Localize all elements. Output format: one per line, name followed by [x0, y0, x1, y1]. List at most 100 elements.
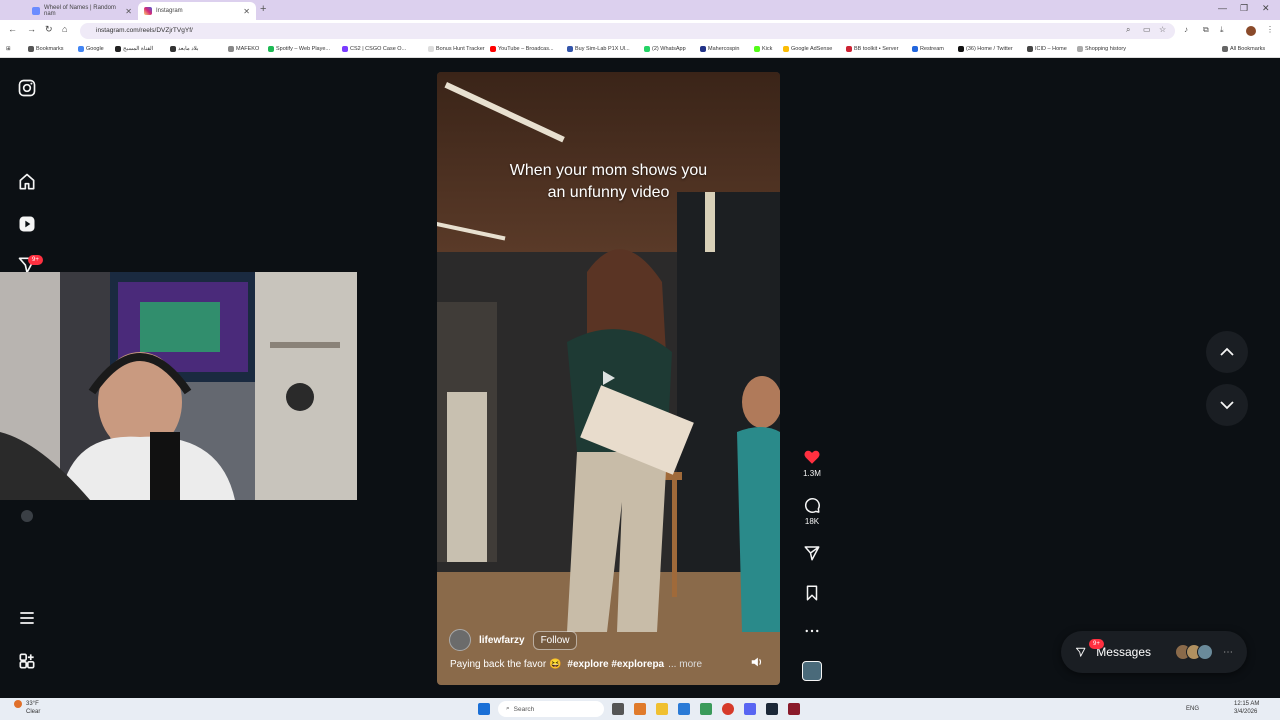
share-action[interactable] [800, 544, 824, 562]
windows-start-icon[interactable] [478, 703, 490, 715]
bookmark-item[interactable]: CS2 | CSGO Case O... [342, 46, 406, 52]
more-dots-icon[interactable] [803, 622, 821, 640]
bookmark-item[interactable]: Mahercospin [700, 46, 740, 52]
close-tab-icon[interactable]: ✕ [243, 7, 250, 16]
back-icon[interactable]: ← [8, 24, 17, 34]
task-view-icon[interactable] [612, 703, 624, 715]
bookmark-item[interactable]: (36) Home / Twitter [958, 46, 1013, 52]
search-icon: ⌕ [506, 705, 510, 712]
cast-icon[interactable]: ▭ [1143, 25, 1151, 34]
bookmark-item[interactable]: بلاد مابعد [170, 46, 198, 52]
bookmark-item[interactable]: Google [78, 46, 104, 52]
bookmark-item[interactable]: Shopping history [1077, 46, 1126, 52]
bookmark-label: Restream [920, 46, 944, 52]
next-reel-button[interactable] [1206, 384, 1248, 426]
clock-time[interactable]: 12:15 AM [1234, 701, 1259, 707]
like-action[interactable]: 1.3M [800, 448, 824, 478]
apps-grid-icon[interactable]: ⊞ [6, 46, 11, 52]
tab-instagram[interactable]: Instagram ✕ [138, 2, 256, 20]
downloads-icon[interactable]: ⤓ [1220, 25, 1224, 35]
comment-icon[interactable] [803, 496, 821, 514]
bookmark-item[interactable]: ICID – Home [1027, 46, 1067, 52]
more-dots-icon[interactable]: ⋯ [1223, 647, 1233, 658]
tab-wheel-of-names[interactable]: Wheel of Names | Random nam ✕ [26, 2, 138, 20]
bookmark-favicon-icon [958, 46, 964, 52]
bookmark-favicon-icon [1027, 46, 1033, 52]
reel-video[interactable]: When your mom shows you an unfunny video… [437, 72, 780, 685]
bookmark-favicon-icon [754, 46, 760, 52]
minimize-icon[interactable]: — [1218, 3, 1227, 13]
play-icon[interactable] [600, 370, 616, 386]
bookmark-favicon-icon [846, 46, 852, 52]
follow-button[interactable]: Follow [532, 630, 578, 650]
author-avatar[interactable] [449, 629, 471, 651]
bookmark-item[interactable]: Bonus Hunt Tracker [428, 46, 485, 52]
app-icon[interactable] [700, 703, 712, 715]
discord-icon[interactable] [744, 703, 756, 715]
also-from-meta-icon[interactable] [17, 651, 37, 671]
overlay-text-line: When your mom shows you [509, 162, 708, 179]
bookmark-item[interactable]: BB toolkit • Server [846, 46, 898, 52]
star-icon[interactable]: ☆ [1159, 25, 1166, 34]
clock-date[interactable]: 3/4/2026 [1234, 709, 1257, 715]
description-text: Paying back the favor 😆 [450, 659, 562, 670]
bookmark-item[interactable]: Spotify – Web Playe... [268, 46, 330, 52]
bookmark-label: (36) Home / Twitter [966, 46, 1013, 52]
app-icon[interactable] [788, 703, 800, 715]
url-bar[interactable]: instagram.com/reels/DVZjrTVgYf/ [80, 23, 1175, 39]
instagram-logo-icon[interactable] [17, 78, 37, 98]
profile-avatar[interactable] [21, 510, 33, 522]
speaker-icon[interactable] [750, 655, 764, 669]
bookmark-icon[interactable] [803, 584, 821, 602]
heart-icon[interactable] [803, 448, 821, 466]
forward-icon[interactable]: → [27, 24, 36, 34]
more-options-action[interactable] [800, 622, 824, 640]
chrome-icon[interactable] [722, 703, 734, 715]
weather-desc: Clear [26, 709, 41, 715]
bookmark-item[interactable]: (2) WhatsApp [644, 46, 686, 52]
hashtags[interactable]: #explore #explorepa [567, 659, 664, 670]
bookmark-item[interactable]: Restream [912, 46, 944, 52]
author-username[interactable]: lifewfarzy [479, 635, 525, 646]
bookmark-item[interactable]: Google AdSense [783, 46, 832, 52]
zoom-icon[interactable]: ⌕ [1126, 25, 1130, 35]
tab-favicon [32, 7, 40, 15]
bookmark-item[interactable]: All Bookmarks [1222, 46, 1265, 52]
bookmark-favicon-icon [268, 46, 274, 52]
close-tab-icon[interactable]: ✕ [125, 7, 132, 16]
profile-avatar[interactable] [1246, 26, 1256, 36]
edge-icon[interactable] [678, 703, 690, 715]
share-icon[interactable] [803, 544, 821, 562]
messages-button[interactable]: 9+ Messages ⋯ [1061, 631, 1247, 673]
new-tab-button[interactable]: + [260, 3, 266, 15]
more-menu-icon[interactable] [17, 608, 37, 628]
home-nav-icon[interactable] [17, 172, 37, 192]
bookmark-item[interactable]: القناة المسبح [115, 46, 153, 52]
maximize-icon[interactable]: ❐ [1240, 3, 1248, 14]
bookmark-item[interactable]: Bookmarks [28, 46, 64, 52]
audio-thumbnail[interactable] [802, 661, 822, 681]
weather-icon [14, 700, 22, 708]
bookmark-item[interactable]: Buy Sim-Lab P1X Ul... [567, 46, 630, 52]
extensions-icon[interactable]: ⧉ [1203, 25, 1209, 35]
comment-action[interactable]: 18K [800, 496, 824, 526]
url-text: instagram.com/reels/DVZjrTVgYf/ [96, 27, 193, 34]
taskbar-search[interactable]: ⌕ Search [498, 701, 604, 717]
file-explorer-icon[interactable] [656, 703, 668, 715]
bookmark-item[interactable]: MAFEKO [228, 46, 259, 52]
more-link[interactable]: ... more [668, 659, 702, 670]
home-icon[interactable]: ⌂ [62, 24, 67, 34]
language-indicator[interactable]: ENG [1186, 706, 1199, 712]
previous-reel-button[interactable] [1206, 331, 1248, 373]
save-action[interactable] [800, 584, 824, 602]
media-icon[interactable]: ♪ [1184, 25, 1188, 34]
bookmark-item[interactable]: Kick [754, 46, 772, 52]
steam-icon[interactable] [766, 703, 778, 715]
bookmark-label: Bonus Hunt Tracker [436, 46, 485, 52]
reels-nav-icon[interactable] [17, 214, 37, 234]
copilot-icon[interactable] [634, 703, 646, 715]
bookmark-item[interactable]: YouTube – Broadcas... [490, 46, 554, 52]
menu-dots-icon[interactable]: ⋮ [1266, 25, 1274, 34]
reload-icon[interactable]: ↻ [45, 24, 53, 35]
close-window-icon[interactable]: ✕ [1262, 3, 1270, 14]
